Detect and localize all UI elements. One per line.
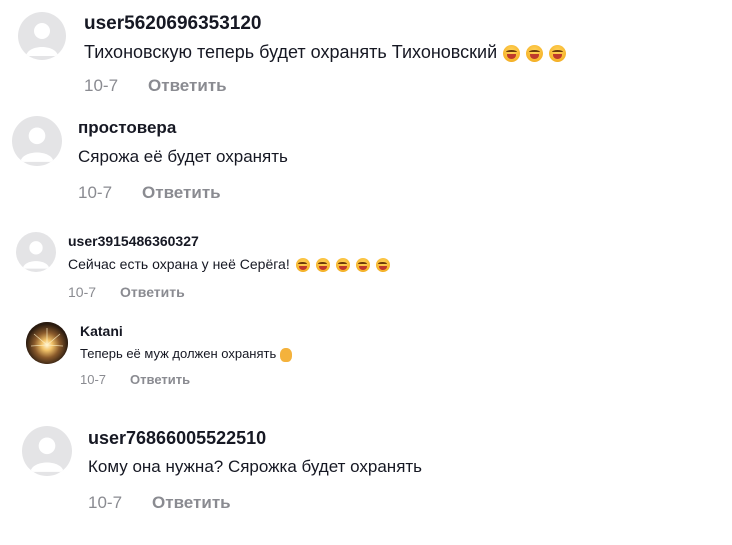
avatar[interactable]: [26, 322, 68, 364]
comment-text: Тихоновскую теперь будет охранять Тихоно…: [84, 40, 567, 64]
comment-meta: 10-7 Ответить: [84, 76, 566, 96]
comment-item: Katani Теперь её муж должен охранять 10-…: [26, 322, 293, 387]
comment-text-content: Тихоновскую теперь будет охранять Тихоно…: [84, 42, 498, 62]
avatar[interactable]: [12, 116, 62, 166]
comment-username[interactable]: Katani: [80, 322, 292, 340]
comment-meta: 10-7 Ответить: [68, 284, 390, 300]
default-avatar-icon: [30, 437, 64, 472]
default-avatar-icon: [20, 127, 54, 162]
laughing-emoji-icon: [315, 258, 330, 273]
comment-item: user76866005522510 Кому она нужна? Сярож…: [22, 426, 422, 513]
comment-meta: 10-7 Ответить: [78, 183, 288, 203]
reply-button[interactable]: Ответить: [152, 493, 231, 513]
user-photo-avatar: [26, 322, 68, 364]
avatar[interactable]: [16, 232, 56, 272]
comment-date: 10-7: [80, 372, 107, 387]
comment-username[interactable]: user5620696353120: [84, 12, 566, 36]
reply-button[interactable]: Ответить: [120, 284, 185, 300]
laughing-emoji-icon: [335, 258, 350, 273]
reply-button[interactable]: Ответить: [148, 76, 227, 96]
default-avatar-icon: [22, 241, 50, 269]
comment-date: 10-7: [88, 493, 123, 512]
reply-button[interactable]: Ответить: [142, 183, 221, 203]
comment-text-content: Теперь её муж должен охранять: [80, 346, 277, 361]
laughing-emoji-group: [497, 44, 567, 62]
comment-username[interactable]: простовера: [78, 116, 288, 140]
default-avatar-icon: [26, 23, 58, 56]
comment-text: Сярожа её будет охранять: [78, 147, 288, 166]
comment-text: Сейчас есть охрана у неё Серёга!: [68, 254, 390, 274]
comment-meta: 10-7 Ответить: [88, 493, 422, 513]
comment-text: Теперь её муж должен охранять: [80, 344, 293, 364]
comment-date: 10-7: [78, 183, 113, 202]
avatar[interactable]: [18, 12, 66, 60]
laughing-emoji-icon: [526, 44, 544, 62]
laughing-emoji-icon: [549, 44, 567, 62]
comment-item: простовера Сярожа её будет охранять 10-7…: [12, 116, 288, 203]
comment-item: user5620696353120 Тихоновскую теперь буд…: [18, 12, 567, 96]
laughing-emoji-group: [290, 258, 390, 273]
reply-button[interactable]: Ответить: [130, 372, 190, 387]
comment-meta: 10-7 Ответить: [80, 372, 292, 387]
comment-date: 10-7: [68, 284, 97, 300]
laughing-emoji-icon: [503, 44, 521, 62]
comment-item: user3915486360327 Сейчас есть охрана у н…: [16, 232, 390, 300]
comment-text-content: Сейчас есть охрана у неё Серёга!: [68, 256, 290, 272]
laughing-emoji-icon: [295, 258, 310, 273]
comment-username[interactable]: user3915486360327: [68, 232, 390, 250]
comment-username[interactable]: user76866005522510: [88, 426, 422, 450]
laughing-emoji-icon: [355, 258, 370, 273]
hand-icon: [280, 347, 293, 362]
avatar[interactable]: [22, 426, 72, 476]
comment-date: 10-7: [84, 76, 119, 95]
comment-text: Кому она нужна? Сярожка будет охранять: [88, 457, 423, 476]
laughing-emoji-icon: [375, 258, 390, 273]
